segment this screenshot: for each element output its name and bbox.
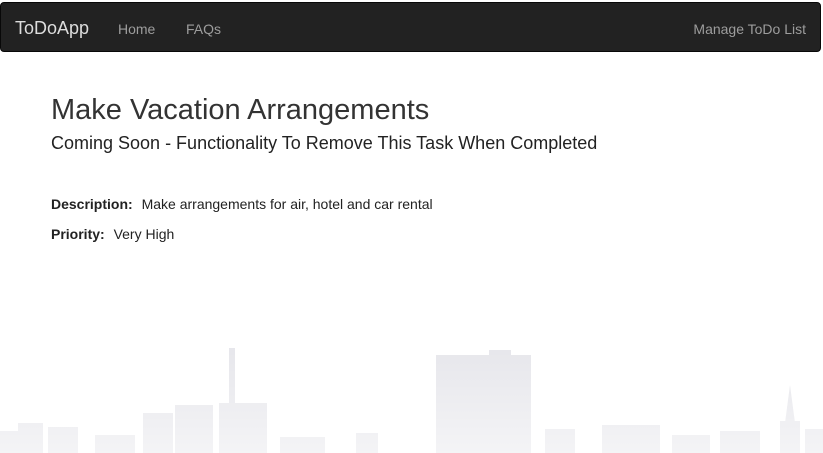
- top-navbar: ToDoApp Home FAQs Manage ToDo List: [0, 2, 821, 52]
- page-title: Make Vacation Arrangements: [51, 94, 430, 126]
- page-subtitle: Coming Soon - Functionality To Remove Th…: [51, 133, 598, 153]
- brand-link[interactable]: ToDoApp: [15, 17, 89, 39]
- city-skyline-background: [0, 343, 823, 453]
- nav-link-home[interactable]: Home: [118, 19, 155, 39]
- priority-value: Very High: [113, 226, 175, 242]
- task-detail: Make Vacation Arrangements Coming Soon -…: [51, 90, 791, 244]
- priority-label: Priority:: [51, 226, 105, 242]
- nav-link-manage-todo-list[interactable]: Manage ToDo List: [693, 19, 806, 39]
- description-row: Description: Make arrangements for air, …: [51, 194, 791, 214]
- description-label: Description:: [51, 196, 133, 212]
- priority-row: Priority: Very High: [51, 224, 791, 244]
- description-value: Make arrangements for air, hotel and car…: [141, 196, 433, 212]
- nav-link-faqs[interactable]: FAQs: [186, 19, 221, 39]
